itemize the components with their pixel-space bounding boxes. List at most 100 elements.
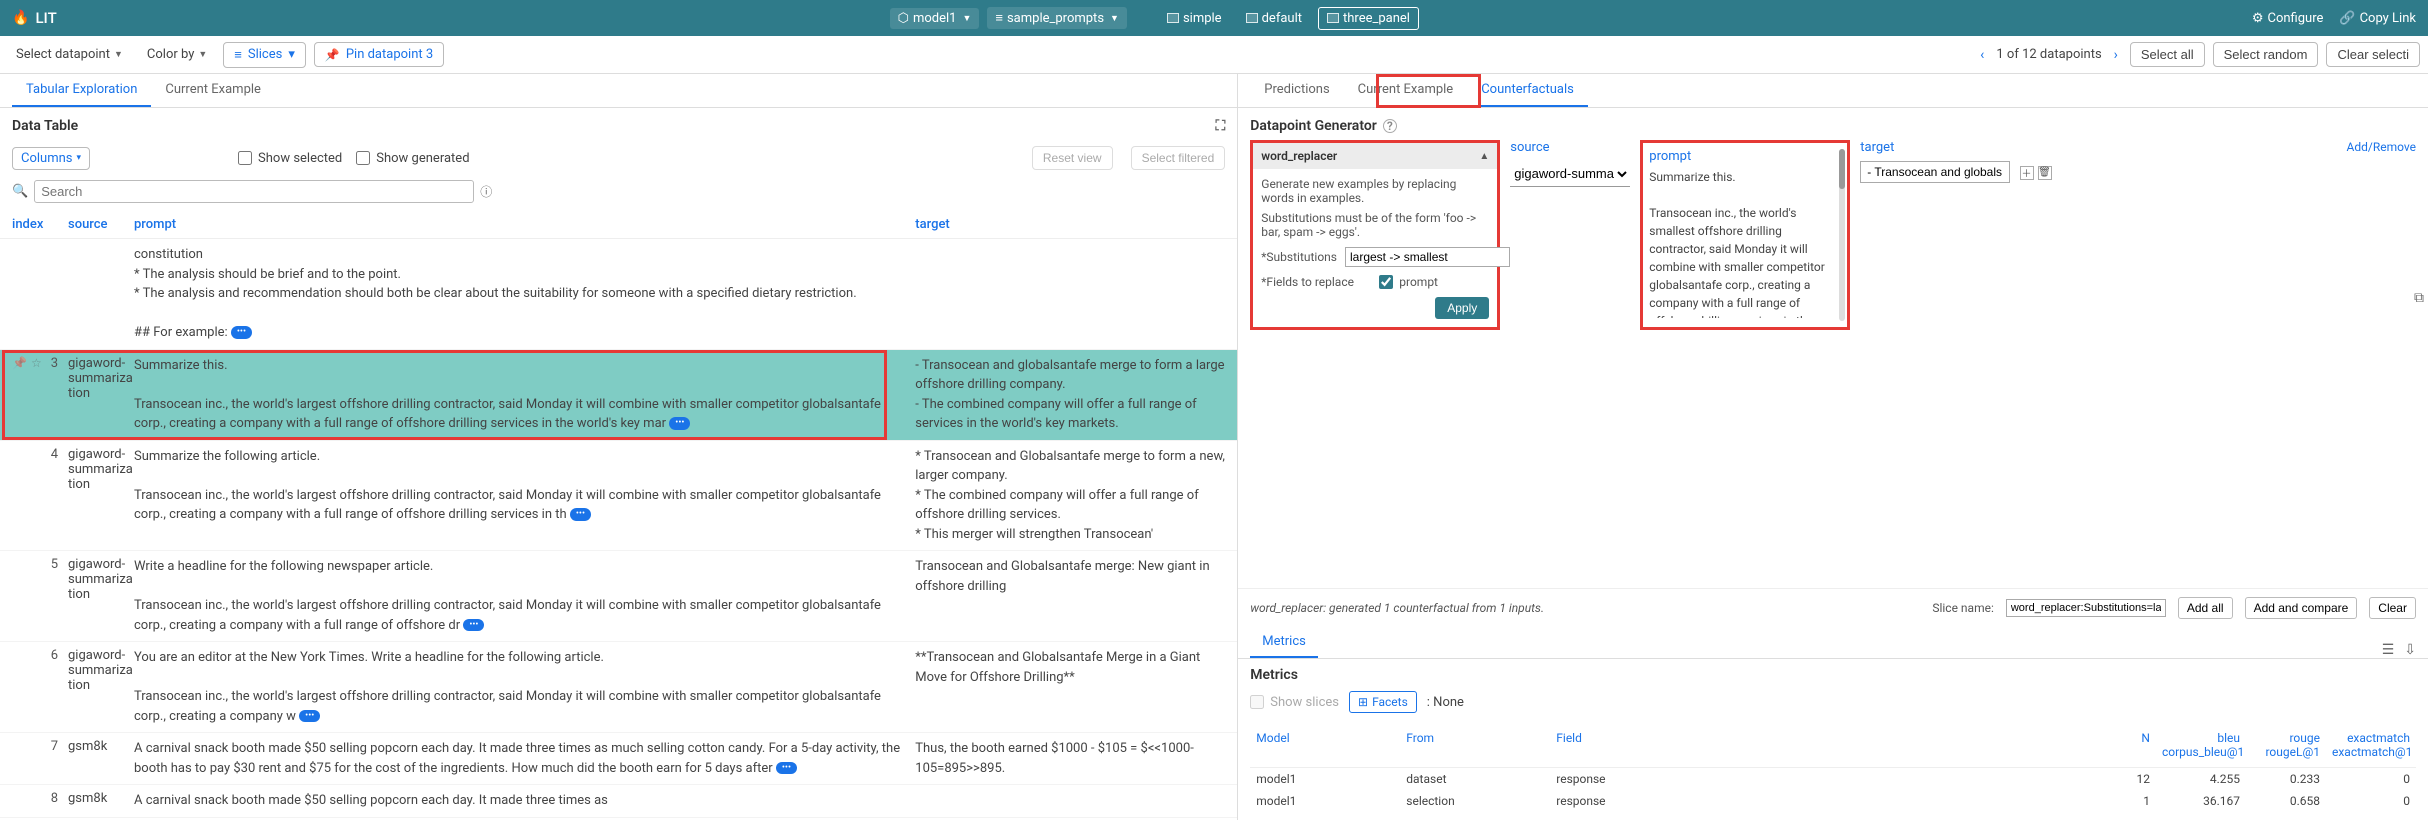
table-row[interactable]: 7 gsm8k A carnival snack booth made $50 … <box>0 733 1237 785</box>
tab-tabular-exploration[interactable]: Tabular Exploration <box>12 74 151 107</box>
app-header: 🔥 LIT ⬡ model1 ▼ ≡ sample_prompts ▼ simp… <box>0 0 2428 36</box>
data-table: index source prompt target constitution … <box>0 211 1237 820</box>
add-and-compare-button[interactable]: Add and compare <box>2245 597 2358 619</box>
slice-name-input[interactable] <box>2006 599 2166 617</box>
search-input[interactable] <box>34 180 474 203</box>
generator-prompt-text[interactable]: Summarize this. Transocean inc., the wor… <box>1649 168 1841 318</box>
generator-source: source gigaword-summarization <box>1510 140 1630 330</box>
expand-icon[interactable]: ⛶ <box>1215 118 1225 134</box>
tab-current-example[interactable]: Current Example <box>151 74 275 107</box>
col-prompt[interactable]: prompt <box>134 217 915 232</box>
data-table-title: Data Table ⛶ <box>0 108 1237 140</box>
columns-dropdown[interactable]: Columns ▾ <box>12 147 90 170</box>
select-random-button[interactable]: Select random <box>2213 42 2319 67</box>
add-remove-link[interactable]: Add/Remove <box>2347 140 2416 154</box>
pin-icon: 📌 <box>325 48 340 62</box>
metrics-tabs: Metrics ☰ ⇩ <box>1238 627 2428 659</box>
secondary-toolbar: Select datapoint ▼ Color by ▼ ≡ Slices ▾… <box>0 36 2428 74</box>
fields-prompt-checkbox[interactable]: prompt <box>1379 275 1489 289</box>
table-row[interactable]: constitution * The analysis should be br… <box>0 239 1237 350</box>
select-all-button[interactable]: Select all <box>2130 42 2205 67</box>
right-tabs: Predictions Current Example Counterfactu… <box>1238 74 2428 108</box>
add-all-button[interactable]: Add all <box>2178 597 2233 619</box>
app-name: LIT <box>35 9 56 27</box>
color-by-dropdown[interactable]: Color by ▼ <box>139 43 215 66</box>
more-icon[interactable]: ••• <box>570 508 591 521</box>
layout-default[interactable]: default <box>1238 8 1310 29</box>
word-replacer-header[interactable]: word_replacer ▲ <box>1253 143 1497 169</box>
more-icon[interactable]: ••• <box>231 326 252 339</box>
col-target[interactable]: target <box>915 217 1225 232</box>
col-source[interactable]: source <box>68 217 134 232</box>
select-filtered-button[interactable]: Select filtered <box>1131 146 1226 170</box>
tab-current-example-right[interactable]: Current Example <box>1344 74 1468 107</box>
more-icon[interactable]: ••• <box>299 710 320 723</box>
metrics-title: Metrics <box>1250 667 2416 683</box>
prev-datapoint-button[interactable]: ‹ <box>1976 47 1988 63</box>
left-pane: Tabular Exploration Current Example Data… <box>0 74 1238 820</box>
search-icon: 🔍 <box>12 184 28 199</box>
table-header: index source prompt target <box>0 211 1237 239</box>
generator-target: target Add/Remove ＋ 🗑 <box>1860 140 2416 330</box>
help-icon[interactable]: ? <box>1383 119 1397 133</box>
table-row-selected[interactable]: 📌☆3 gigaword-summarization Summarize thi… <box>0 350 1237 441</box>
copy-icon[interactable]: ⧉ <box>2414 290 2424 306</box>
generator-prompt-box: prompt Summarize this. Transocean inc., … <box>1640 140 1850 330</box>
metrics-row: model1 selection response 1 36.167 0.658… <box>1250 790 2416 812</box>
show-slices-checkbox[interactable]: Show slices <box>1250 695 1339 710</box>
metrics-header: Model From Field N bleu corpus_bleu@1 ro… <box>1250 723 2416 768</box>
datapoint-counter: 1 of 12 datapoints <box>1996 47 2101 62</box>
substitutions-input[interactable] <box>1345 247 1510 267</box>
hamburger-icon[interactable]: ☰ <box>2382 642 2395 658</box>
show-generated-checkbox[interactable]: Show generated <box>356 151 469 166</box>
dataset-dropdown[interactable]: ≡ sample_prompts ▼ <box>987 7 1127 29</box>
data-table-controls: Columns ▾ Show selected Show generated R… <box>0 140 1237 176</box>
fields-label: *Fields to replace <box>1261 275 1371 289</box>
more-icon[interactable]: ••• <box>776 762 797 775</box>
tab-predictions[interactable]: Predictions <box>1250 74 1343 107</box>
source-dropdown[interactable]: gigaword-summarization <box>1510 161 1630 187</box>
pin-datapoint-button[interactable]: 📌Pin datapoint 3 <box>314 42 444 67</box>
metrics-row: model1 dataset response 12 4.255 0.233 0 <box>1250 768 2416 790</box>
facets-button[interactable]: ⊞ Facets <box>1349 691 1417 713</box>
left-tabs: Tabular Exploration Current Example <box>0 74 1237 108</box>
remove-field-icon[interactable]: 🗑 <box>2038 166 2052 180</box>
add-field-icon[interactable]: ＋ <box>2020 166 2034 180</box>
tab-metrics[interactable]: Metrics <box>1250 627 1318 658</box>
generator-status-row: word_replacer: generated 1 counterfactua… <box>1238 588 2428 627</box>
generator-body: word_replacer ▲ Generate new examples by… <box>1238 140 2428 330</box>
word-replacer-panel: word_replacer ▲ Generate new examples by… <box>1250 140 1500 330</box>
flame-icon: 🔥 <box>12 10 29 26</box>
show-selected-checkbox[interactable]: Show selected <box>238 151 342 166</box>
model-dropdown[interactable]: ⬡ model1 ▼ <box>890 8 980 29</box>
table-row[interactable]: 6 gigaword-summarization You are an edit… <box>0 642 1237 733</box>
apply-button[interactable]: Apply <box>1435 297 1489 319</box>
info-icon[interactable]: ⓘ <box>480 183 492 200</box>
reset-view-button[interactable]: Reset view <box>1032 146 1113 170</box>
col-index[interactable]: index <box>12 217 68 232</box>
pin-icon[interactable]: 📌 <box>12 356 27 370</box>
tab-counterfactuals[interactable]: Counterfactuals <box>1467 74 1588 107</box>
layout-simple[interactable]: simple <box>1159 8 1230 29</box>
more-icon[interactable]: ••• <box>669 417 690 430</box>
table-row[interactable]: 4 gigaword-summarization Summarize the f… <box>0 441 1237 552</box>
substitutions-label: *Substitutions <box>1261 250 1337 264</box>
download-icon[interactable]: ⇩ <box>2404 642 2416 658</box>
target-input[interactable] <box>1860 161 2010 183</box>
clear-selection-button[interactable]: Clear selecti <box>2326 42 2420 67</box>
right-pane: Predictions Current Example Counterfactu… <box>1238 74 2428 820</box>
chevron-up-icon: ▲ <box>1479 151 1489 162</box>
generator-title: Datapoint Generator ? <box>1238 108 2428 140</box>
clear-generated-button[interactable]: Clear <box>2369 597 2416 619</box>
table-row[interactable]: 8 gsm8k A carnival snack booth made $50 … <box>0 785 1237 818</box>
copy-link-button[interactable]: Copy Link <box>2339 11 2416 26</box>
star-icon[interactable]: ☆ <box>31 356 42 370</box>
layout-three-panel[interactable]: three_panel <box>1318 7 1419 30</box>
configure-button[interactable]: Configure <box>2252 11 2324 26</box>
app-logo: 🔥 LIT <box>12 9 57 27</box>
next-datapoint-button[interactable]: › <box>2110 47 2122 63</box>
more-icon[interactable]: ••• <box>463 619 484 632</box>
table-row[interactable]: 5 gigaword-summarization Write a headlin… <box>0 551 1237 642</box>
slices-button[interactable]: ≡ Slices ▾ <box>223 42 306 68</box>
select-datapoint-dropdown[interactable]: Select datapoint ▼ <box>8 43 131 66</box>
